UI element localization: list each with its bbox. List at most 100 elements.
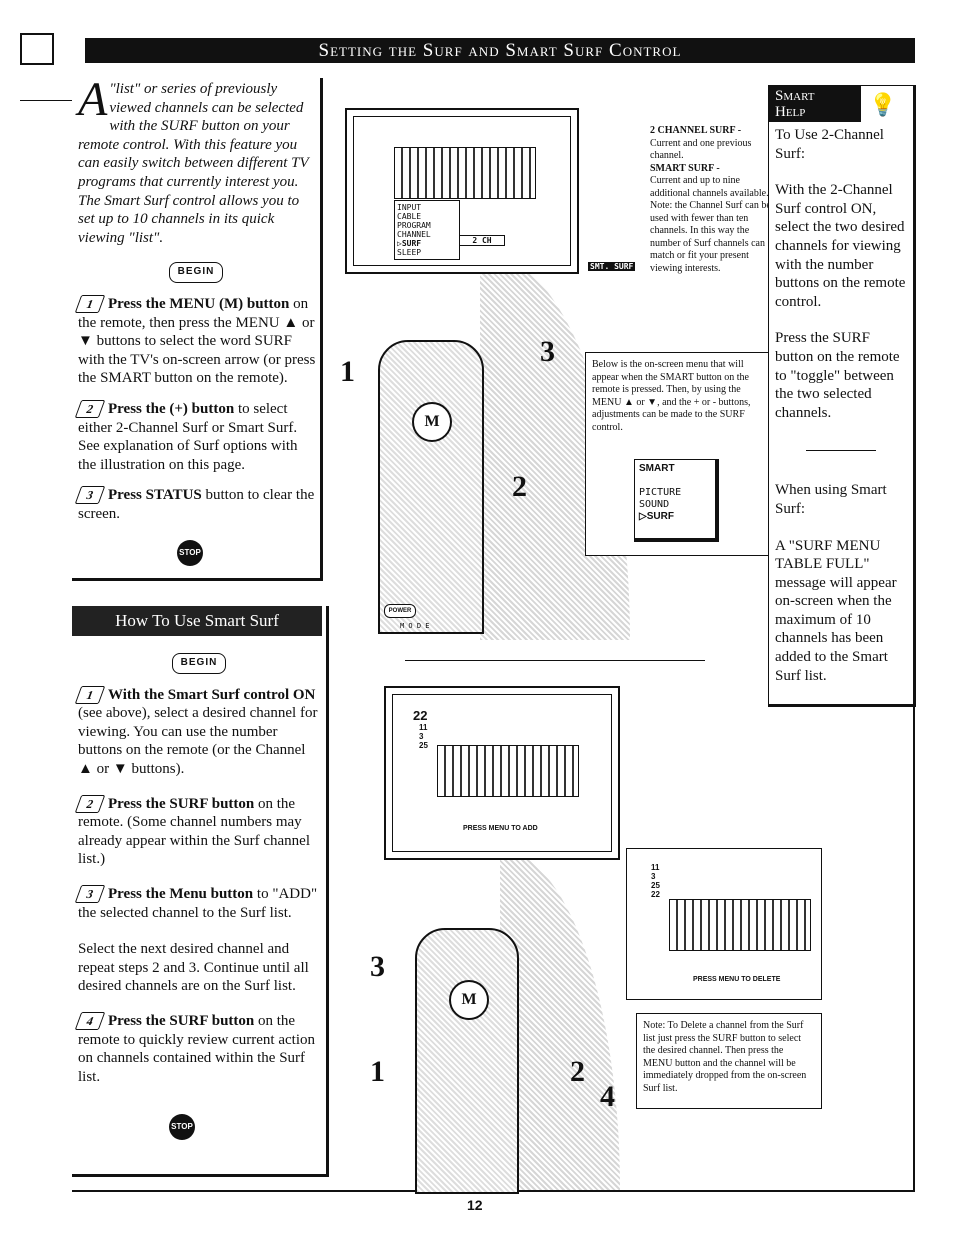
step-number: 1 <box>74 294 106 313</box>
step-bold: Press the MENU (M) button <box>108 295 290 312</box>
begin-badge: BEGIN <box>168 262 224 283</box>
help-text: Press the SURF button on the remote to "… <box>775 330 900 421</box>
title-line: Help <box>775 104 806 120</box>
step-bold: Press the SURF button <box>108 795 255 812</box>
begin-badge: BEGIN <box>171 653 227 674</box>
callout-2: 2 <box>512 470 527 503</box>
help-text: When using Smart Surf: <box>775 482 887 517</box>
page-title: Setting the Surf and Smart Surf Control <box>85 38 915 63</box>
step-bold: Press STATUS <box>108 487 202 504</box>
step-number: 2 <box>74 794 106 813</box>
setup-panel: A "list" or series of previously viewed … <box>72 73 323 581</box>
smart-menu-panel: Below is the on-screen menu that will ap… <box>585 352 770 556</box>
menu-item: SLEEP <box>397 248 422 257</box>
smart-step: 1 With the Smart Surf control ON (see abo… <box>74 685 320 779</box>
menu-item-selected: SURF <box>646 511 674 522</box>
setup-step: 3 Press STATUS button to clear the screen… <box>74 486 316 523</box>
mode-label: M O D E <box>400 622 430 630</box>
setup-step: 2 Press the (+) button to select either 2… <box>74 399 316 474</box>
step-number: 3 <box>74 486 106 505</box>
smart-surf-panel: How To Use Smart Surf BEGIN 1 With the Sm… <box>72 606 329 1177</box>
info-title: 2 CHANNEL SURF - <box>650 125 742 136</box>
step-number: 4 <box>74 1011 106 1030</box>
info-text: Current and one previous channel. <box>650 137 752 162</box>
step-bold: With the Smart Surf control ON <box>108 686 316 703</box>
surf-options-info: 2 CHANNEL SURF - Current and one previou… <box>650 125 778 275</box>
divider <box>806 450 876 452</box>
step-number: 3 <box>74 884 106 903</box>
callout-3: 3 <box>370 950 385 983</box>
smart-step: 2 Press the SURF button on the remote. (S… <box>74 794 320 869</box>
section-divider <box>405 660 705 661</box>
callout-4: 4 <box>600 1080 615 1113</box>
title-line: Smart <box>775 88 815 104</box>
info-title: SMART SURF - <box>650 162 720 174</box>
tv-screen-surf-menu: INPUT CABLE PROGRAM CHANNEL ▷SURF SLEEP … <box>345 108 579 274</box>
remote-control-illustration: M POWER M O D E <box>378 340 484 634</box>
menu-item: SOUND <box>639 499 670 510</box>
smart-help-title: Smart Help <box>769 86 861 122</box>
surf-value: 2 CH <box>459 235 505 246</box>
surf-list: 11 3 25 22 <box>651 863 660 899</box>
surf-channel: 25 <box>651 881 660 890</box>
surf-channel-highlighted: 22 <box>651 890 660 899</box>
tv-screen-add: 22 11 3 25 PRESS MENU TO ADD <box>384 686 620 860</box>
surf-channel: 11 <box>651 863 660 872</box>
step-bold: Press the SURF button <box>108 1012 255 1029</box>
corner-box <box>20 33 54 65</box>
white-house-illustration <box>437 745 579 797</box>
callout-2: 2 <box>570 1055 585 1088</box>
step-number: 2 <box>74 399 106 418</box>
surf-channel: 3 <box>651 872 656 881</box>
menu-item: INPUT <box>397 203 422 212</box>
smart-step: 3 Press the Menu button to "ADD" the sele… <box>74 884 320 922</box>
remote-control-illustration: M <box>415 928 519 1194</box>
menu-item: CABLE <box>397 212 422 221</box>
smart-help-panel: Smart Help 💡 To Use 2-Channel Surf: With… <box>768 85 916 707</box>
smart-step: 4 Press the SURF button on the remote to … <box>74 1011 320 1086</box>
setup-step: 1 Press the MENU (M) button on the remote… <box>74 294 316 388</box>
dropcap: A <box>78 73 108 126</box>
intro-text: A "list" or series of previously viewed … <box>72 73 320 247</box>
help-text: With the 2-Channel Surf control ON, sele… <box>775 182 906 310</box>
step-text: (see above), select a desired channel fo… <box>78 705 318 777</box>
menu-item-selected: SURF <box>401 239 422 248</box>
surf-channel: 3 <box>419 732 424 741</box>
intro-body: "list" or series of previously viewed ch… <box>78 81 309 246</box>
step-bold: Press the Menu button <box>108 885 254 902</box>
delete-note: Note: To Delete a channel from the Surf … <box>636 1013 822 1109</box>
stop-sign-icon: STOP <box>169 1114 195 1140</box>
white-house-illustration <box>669 899 811 951</box>
surf-channel: 25 <box>419 741 428 750</box>
help-text: To Use 2-Channel Surf: <box>775 127 884 162</box>
menu-item: PICTURE <box>639 487 682 498</box>
smart-surf-badge: SMT. SURF <box>588 262 636 271</box>
callout-1: 1 <box>340 355 355 388</box>
surf-list: 11 3 25 <box>419 723 428 750</box>
menu-title: SMART <box>639 463 675 474</box>
callout-1: 1 <box>370 1055 385 1088</box>
white-house-illustration <box>394 147 536 199</box>
section-title: How To Use Smart Surf <box>72 606 322 636</box>
tv-caption: PRESS MENU TO DELETE <box>693 976 781 983</box>
stop-sign-icon: STOP <box>177 540 203 566</box>
right-rule <box>913 700 915 1190</box>
smart-menu: SMART PICTURE SOUND ▷SURF <box>634 459 719 542</box>
lightbulb-icon: 💡 <box>869 92 897 117</box>
menu-key: M <box>412 402 452 442</box>
page-number: 12 <box>467 1197 483 1213</box>
menu-key: M <box>449 980 489 1020</box>
surf-channel: 11 <box>419 723 428 732</box>
power-key: POWER <box>384 604 416 618</box>
help-text: A "SURF MENU TABLE FULL" message will ap… <box>775 537 897 684</box>
menu-item: PROGRAM <box>397 221 431 230</box>
info-text: Current and up to nine additional channe… <box>650 175 771 274</box>
step-number: 1 <box>74 685 106 704</box>
step-bold: Press the (+) button <box>108 400 235 417</box>
frame-line <box>20 100 72 101</box>
manual-page: Setting the Surf and Smart Surf Control … <box>0 0 954 1235</box>
menu-info-text: Below is the on-screen menu that will ap… <box>592 359 751 433</box>
callout-3: 3 <box>540 335 555 368</box>
current-channel: 22 <box>413 708 428 723</box>
menu-item: CHANNEL <box>397 230 431 239</box>
